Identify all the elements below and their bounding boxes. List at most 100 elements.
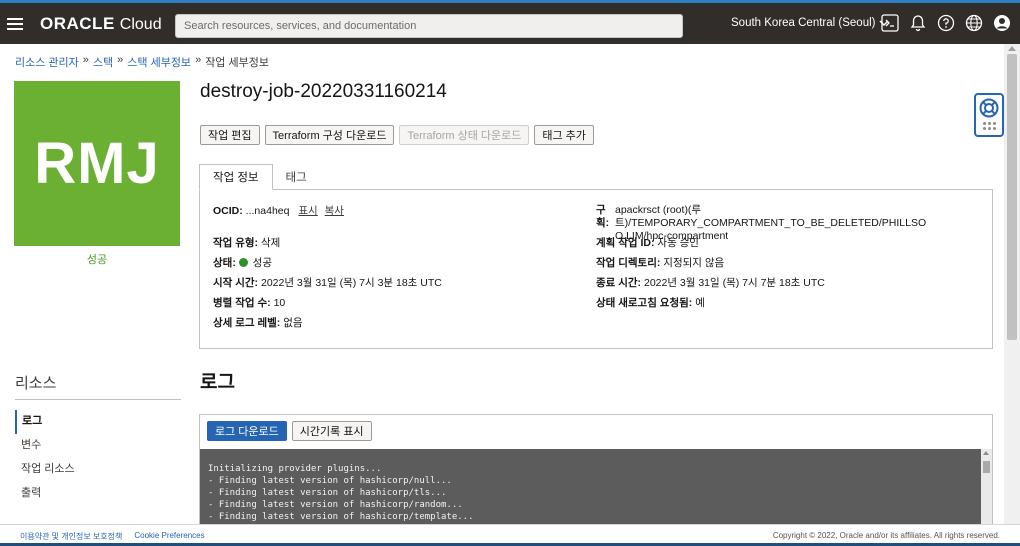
add-tags-button[interactable]: 태그 추가 [534, 125, 594, 145]
refresh-state-row: 상태 새로고침 요청됨: 예 [596, 296, 976, 316]
download-terraform-state-button[interactable]: Terraform 상태 다운로드 [399, 125, 530, 145]
working-directory-value: 지정되지 않음 [663, 257, 725, 269]
job-logo: RMJ [14, 81, 180, 246]
job-type-value: 삭제 [260, 237, 281, 249]
breadcrumb-stacks[interactable]: 스택 [93, 54, 113, 70]
job-type-label: 작업 유형: [213, 237, 259, 249]
plan-job-row: 계획 작업 ID: 자동 승인 [596, 236, 976, 256]
resources-heading: 리소스 [15, 375, 57, 392]
log-scrollbar[interactable] [981, 449, 992, 524]
log-line: - Finding latest version of hashicorp/te… [208, 512, 474, 522]
breadcrumb-separator: » [117, 54, 124, 66]
breadcrumb-job-details: 작업 세부정보 [205, 57, 269, 69]
cloud-shell-icon[interactable] [880, 13, 900, 33]
refresh-state-label: 상태 새로고침 요청됨: [596, 297, 693, 309]
download-terraform-config-button[interactable]: Terraform 구성 다운로드 [264, 125, 395, 145]
resources-item-variables[interactable]: 변수 [15, 434, 75, 458]
action-buttons: 작업 편집 Terraform 구성 다운로드 Terraform 상태 다운로… [200, 125, 594, 145]
resources-item-job-resources[interactable]: 작업 리소스 [15, 458, 75, 482]
oracle-cloud-logo[interactable]: ORACLE Cloud [40, 14, 162, 34]
detail-tabs: 작업 정보 태그 [199, 164, 993, 190]
tab-tags[interactable]: 태그 [273, 164, 320, 190]
log-line: - Finding latest version of hashicorp/tl… [208, 488, 447, 498]
scroll-up-arrow-icon[interactable] [1008, 46, 1016, 51]
end-time-label: 종료 시간: [596, 277, 642, 289]
terms-privacy-link[interactable]: 이용약관 및 개인정보 보호정책 [20, 531, 122, 542]
parallel-jobs-value: 10 [273, 297, 286, 309]
parallel-jobs-row: 병렬 작업 수: 10 [213, 296, 583, 316]
main-content: 리소스 관리자 » 스택 » 스택 세부정보 » 작업 세부정보 RMJ 성공 … [0, 44, 1004, 524]
log-level-value: 없음 [283, 317, 303, 329]
logs-panel: 로그 다운로드 시간기록 표시 Initializing provider pl… [199, 414, 993, 524]
log-scrollbar-thumb[interactable] [983, 461, 990, 473]
job-logo-text: RMJ [34, 131, 160, 196]
resources-item-outputs[interactable]: 출력 [15, 482, 75, 506]
ocid-value: ...na4heq [245, 205, 290, 217]
start-time-label: 시작 시간: [213, 277, 259, 289]
state-row: 상태: 성공 [213, 256, 583, 276]
ocid-label: OCID: [213, 205, 243, 217]
compartment-label: 구획: [596, 204, 610, 229]
log-line: - Finding latest version of hashicorp/ra… [208, 500, 463, 510]
copyright-text: Copyright © 2022, Oracle and/or its affi… [772, 531, 1000, 540]
resources-nav: 로그 변수 작업 리소스 출력 [15, 410, 75, 506]
compartment-value: apackrsct (root)(루트)/TEMPORARY_COMPARTME… [615, 204, 927, 242]
log-line: - Finding latest version of hashicorp/nu… [208, 476, 452, 486]
job-type-row: 작업 유형: 삭제 [213, 236, 583, 256]
breadcrumb-separator: » [82, 54, 89, 66]
ocid-copy-link[interactable]: 복사 [325, 205, 344, 217]
page-title: destroy-job-20220331160214 [200, 81, 447, 102]
brand-oracle: ORACLE [40, 13, 115, 33]
job-status-caption: 성공 [86, 254, 108, 266]
end-time-value: 2022년 3월 31일 (목) 7시 7분 18초 UTC [643, 277, 825, 289]
resources-divider [15, 399, 181, 400]
help-question-icon[interactable] [936, 13, 956, 33]
plan-job-label: 계획 작업 ID: [596, 237, 655, 249]
page-scrollbar-thumb[interactable] [1007, 54, 1017, 340]
breadcrumb-stack-details[interactable]: 스택 세부정보 [127, 54, 191, 70]
region-selector[interactable]: South Korea Central (Seoul) [731, 17, 889, 29]
end-time-row: 종료 시간: 2022년 3월 31일 (목) 7시 7분 18초 UTC [596, 276, 976, 296]
job-information-panel: OCID: ...na4heq 표시 복사 작업 유형: 삭제 상태: 성공 시… [199, 190, 993, 349]
log-line: Initializing provider plugins... [208, 464, 382, 474]
tab-job-information[interactable]: 작업 정보 [199, 164, 273, 190]
apps-grid-icon [982, 122, 996, 130]
state-label: 상태: [213, 257, 236, 269]
cookie-preferences-link[interactable]: Cookie Preferences [134, 531, 204, 542]
log-output[interactable]: Initializing provider plugins... - Findi… [200, 449, 992, 524]
ocid-show-link[interactable]: 표시 [298, 205, 317, 217]
compartment-row: 구획: apackrsct (root)(루트)/TEMPORARY_COMPA… [596, 204, 976, 242]
scroll-up-arrow-icon[interactable] [983, 451, 989, 455]
breadcrumb-separator: » [195, 54, 202, 66]
region-label: South Korea Central (Seoul) [731, 17, 876, 29]
page-scrollbar[interactable] [1004, 44, 1020, 524]
logs-heading: 로그 [200, 372, 235, 393]
resources-item-logs[interactable]: 로그 [15, 410, 75, 434]
breadcrumb: 리소스 관리자 » 스택 » 스택 세부정보 » 작업 세부정보 [15, 54, 269, 70]
ocid-row: OCID: ...na4heq 표시 복사 [213, 204, 583, 224]
search-input[interactable] [175, 14, 683, 38]
brand-cloud: Cloud [119, 15, 162, 33]
top-navigation-bar: ORACLE Cloud South Korea Central (Seoul) [0, 0, 1020, 44]
edit-job-button[interactable]: 작업 편집 [200, 125, 260, 145]
working-directory-row: 작업 디렉토리: 지정되지 않음 [596, 256, 976, 276]
user-profile-icon[interactable] [992, 13, 1012, 33]
navigation-menu-icon[interactable] [0, 2, 30, 46]
breadcrumb-resource-manager[interactable]: 리소스 관리자 [15, 54, 79, 70]
notifications-bell-icon[interactable] [908, 13, 928, 33]
show-timestamps-button[interactable]: 시간기록 표시 [291, 421, 372, 441]
parallel-jobs-label: 병렬 작업 수: [213, 297, 271, 309]
language-globe-icon[interactable] [964, 13, 984, 33]
start-time-row: 시작 시간: 2022년 3월 31일 (목) 7시 3분 18초 UTC [213, 276, 583, 296]
working-directory-label: 작업 디렉토리: [596, 257, 661, 269]
success-status-icon [238, 258, 248, 267]
state-value: 성공 [252, 257, 272, 269]
refresh-state-value: 예 [695, 297, 705, 309]
lifebuoy-icon [979, 98, 999, 118]
log-level-label: 상세 로그 레벨: [213, 317, 281, 329]
help-widget[interactable] [974, 93, 1004, 137]
log-level-row: 상세 로그 레벨: 없음 [213, 316, 583, 336]
start-time-value: 2022년 3월 31일 (목) 7시 3분 18초 UTC [260, 277, 442, 289]
download-logs-button[interactable]: 로그 다운로드 [207, 421, 287, 441]
plan-job-value: 자동 승인 [657, 237, 699, 249]
